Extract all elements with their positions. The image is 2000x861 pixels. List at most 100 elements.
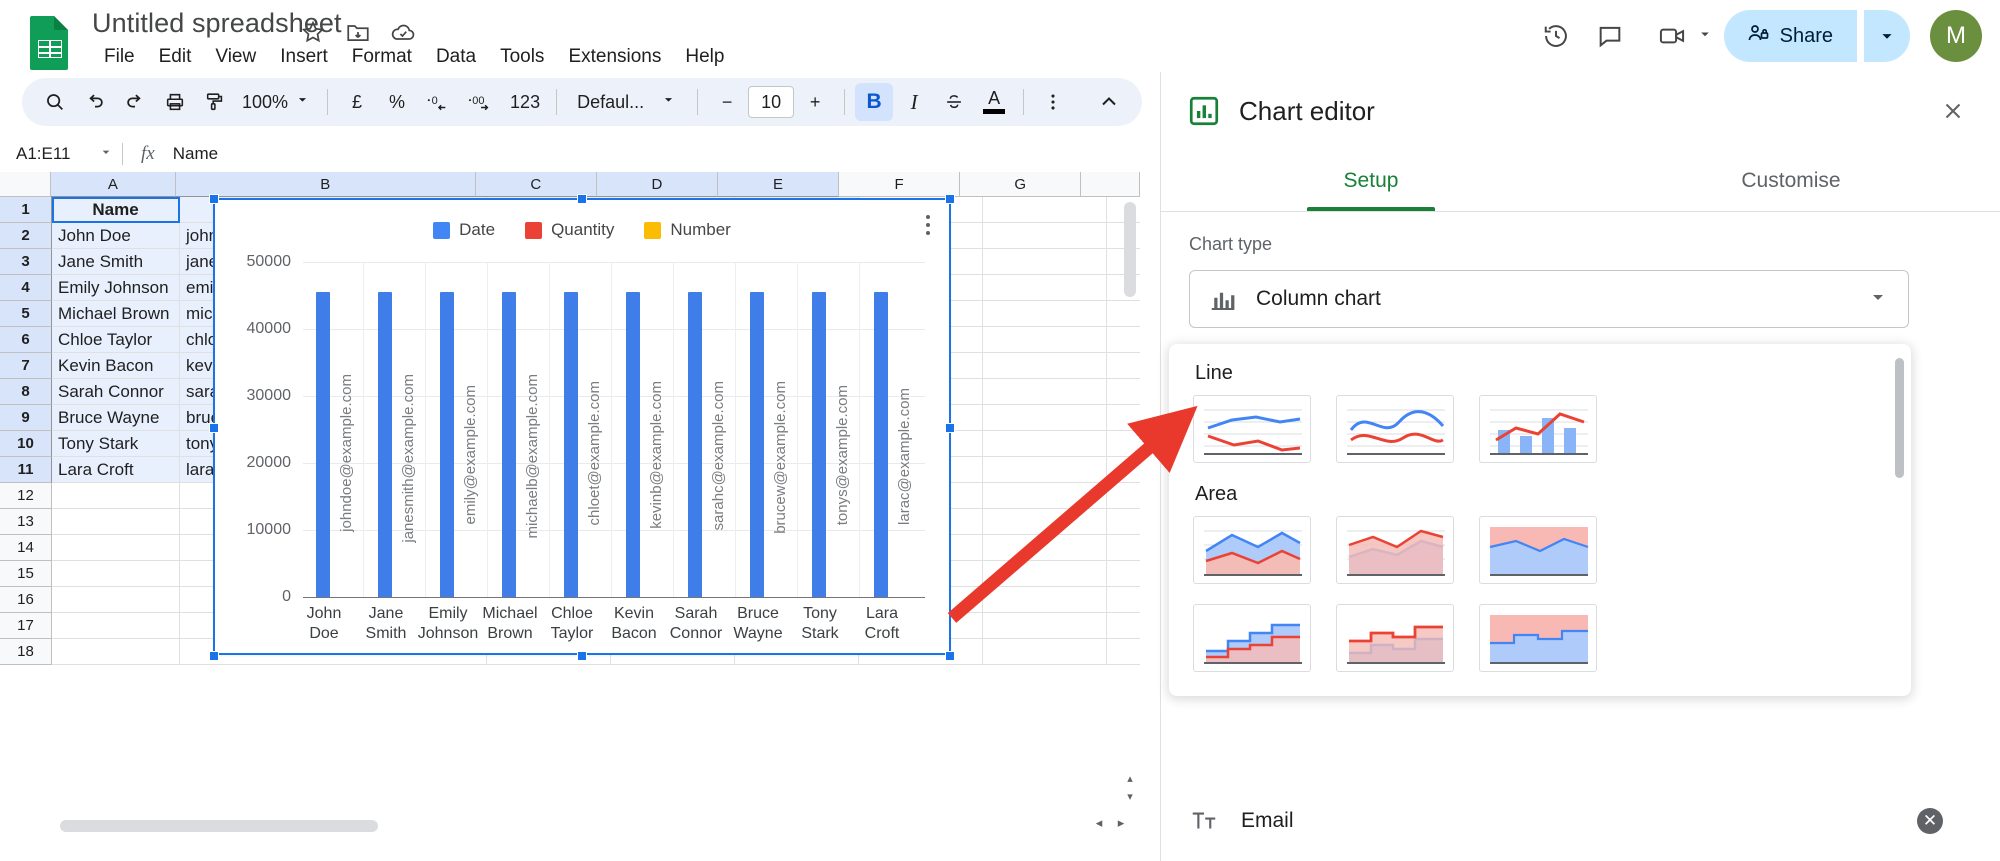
scroll-left-icon[interactable]: ◂ (1090, 814, 1108, 832)
cell-a8[interactable]: Sarah Connor (52, 379, 180, 405)
legend-item-date[interactable]: Date (433, 220, 495, 240)
cell-h13[interactable] (1107, 509, 1140, 535)
horizontal-scrollbar[interactable] (60, 820, 378, 832)
cell-h7[interactable] (1107, 353, 1140, 379)
cell-h6[interactable] (1107, 327, 1140, 353)
video-call-button[interactable] (1640, 12, 1718, 60)
legend-item-quantity[interactable]: Quantity (525, 220, 614, 240)
resize-handle-br[interactable] (945, 651, 955, 661)
tab-setup[interactable]: Setup (1161, 150, 1581, 211)
row-header-6[interactable]: 6 (0, 327, 52, 353)
100-stacked-area-thumb[interactable] (1479, 516, 1597, 584)
cell-h9[interactable] (1107, 405, 1140, 431)
bar-date-2[interactable] (440, 292, 454, 597)
menu-edit[interactable]: Edit (147, 42, 204, 72)
zoom-selector[interactable]: 100% (236, 83, 317, 121)
cell-g4[interactable] (983, 275, 1107, 301)
font-family-selector[interactable]: Defaul... (567, 83, 687, 121)
avatar[interactable]: M (1930, 10, 1982, 62)
menu-file[interactable]: File (92, 42, 147, 72)
chart-object[interactable]: Date Quantity Number 50000 40000 30000 2… (214, 199, 950, 654)
stacked-area-chart-thumb[interactable] (1336, 516, 1454, 584)
cell-g5[interactable] (983, 301, 1107, 327)
column-header-h[interactable] (1081, 172, 1140, 197)
dropdown-scrollbar[interactable] (1895, 358, 1904, 478)
cell-g1[interactable] (983, 197, 1107, 223)
combo-chart-thumb[interactable] (1479, 395, 1597, 463)
bar-date-8[interactable] (812, 292, 826, 597)
formula-input[interactable]: Name (173, 144, 218, 164)
bar-date-5[interactable] (626, 292, 640, 597)
decrease-font-size-button[interactable]: − (708, 83, 746, 121)
cell-g8[interactable] (983, 379, 1107, 405)
cell-a5[interactable]: Michael Brown (52, 301, 180, 327)
share-button[interactable]: Share (1723, 10, 1857, 62)
row-header-4[interactable]: 4 (0, 275, 52, 301)
bar-date-7[interactable] (750, 292, 764, 597)
row-header-8[interactable]: 8 (0, 379, 52, 405)
menu-view[interactable]: View (203, 42, 268, 72)
undo-icon[interactable] (76, 83, 114, 121)
resize-handle-ml[interactable] (209, 423, 219, 433)
more-vertical-icon[interactable] (1034, 83, 1072, 121)
cell-g15[interactable] (983, 561, 1107, 587)
cell-g16[interactable] (983, 587, 1107, 613)
search-icon[interactable] (36, 83, 74, 121)
cell-h5[interactable] (1107, 301, 1140, 327)
cell-h14[interactable] (1107, 535, 1140, 561)
cell-g9[interactable] (983, 405, 1107, 431)
cell-g18[interactable] (983, 639, 1107, 665)
cell-g10[interactable] (983, 431, 1107, 457)
cell-a12[interactable] (52, 483, 180, 509)
100-stepped-area-thumb[interactable] (1479, 604, 1597, 672)
cell-a1[interactable]: Name (52, 197, 180, 223)
cell-g12[interactable] (983, 483, 1107, 509)
cell-h11[interactable] (1107, 457, 1140, 483)
cell-h10[interactable] (1107, 431, 1140, 457)
menu-format[interactable]: Format (340, 42, 424, 72)
cell-a14[interactable] (52, 535, 180, 561)
row-header-18[interactable]: 18 (0, 639, 52, 665)
resize-handle-mr[interactable] (945, 423, 955, 433)
row-header-10[interactable]: 10 (0, 431, 52, 457)
cell-a11[interactable]: Lara Croft (52, 457, 180, 483)
currency-format-button[interactable]: £ (338, 83, 376, 121)
cell-h12[interactable] (1107, 483, 1140, 509)
column-header-b[interactable]: B (175, 172, 476, 197)
legend-item-number[interactable]: Number (644, 220, 731, 240)
scroll-down-icon[interactable]: ▾ (1122, 788, 1138, 804)
menu-tools[interactable]: Tools (488, 42, 556, 72)
row-header-9[interactable]: 9 (0, 405, 52, 431)
font-size-input[interactable]: 10 (748, 86, 795, 118)
cell-a13[interactable] (52, 509, 180, 535)
bar-date-3[interactable] (502, 292, 516, 597)
italic-button[interactable]: I (895, 83, 933, 121)
vertical-scrollbar[interactable] (1124, 202, 1136, 297)
chart-menu-icon[interactable] (917, 210, 939, 240)
close-icon[interactable] (1931, 89, 1975, 133)
cell-g14[interactable] (983, 535, 1107, 561)
cell-a10[interactable]: Tony Stark (52, 431, 180, 457)
column-header-g[interactable]: G (960, 172, 1082, 197)
cell-g3[interactable] (983, 249, 1107, 275)
column-header-e[interactable]: E (717, 172, 840, 197)
comment-icon[interactable] (1586, 12, 1634, 60)
decrease-decimal-button[interactable]: 0 (418, 83, 458, 121)
stepped-area-thumb[interactable] (1193, 604, 1311, 672)
bar-date-6[interactable] (688, 292, 702, 597)
row-header-15[interactable]: 15 (0, 561, 52, 587)
resize-handle-bc[interactable] (577, 651, 587, 661)
bar-date-1[interactable] (378, 292, 392, 597)
cell-a9[interactable]: Bruce Wayne (52, 405, 180, 431)
menu-extensions[interactable]: Extensions (556, 42, 673, 72)
collapse-toolbar-icon[interactable] (1090, 83, 1128, 121)
menu-insert[interactable]: Insert (268, 42, 340, 72)
row-header-13[interactable]: 13 (0, 509, 52, 535)
line-chart-thumb[interactable] (1193, 395, 1311, 463)
cell-a18[interactable] (52, 639, 180, 665)
cell-a3[interactable]: Jane Smith (52, 249, 180, 275)
cell-a4[interactable]: Emily Johnson (52, 275, 180, 301)
row-header-5[interactable]: 5 (0, 301, 52, 327)
row-header-16[interactable]: 16 (0, 587, 52, 613)
scroll-up-icon[interactable]: ▴ (1122, 770, 1138, 786)
